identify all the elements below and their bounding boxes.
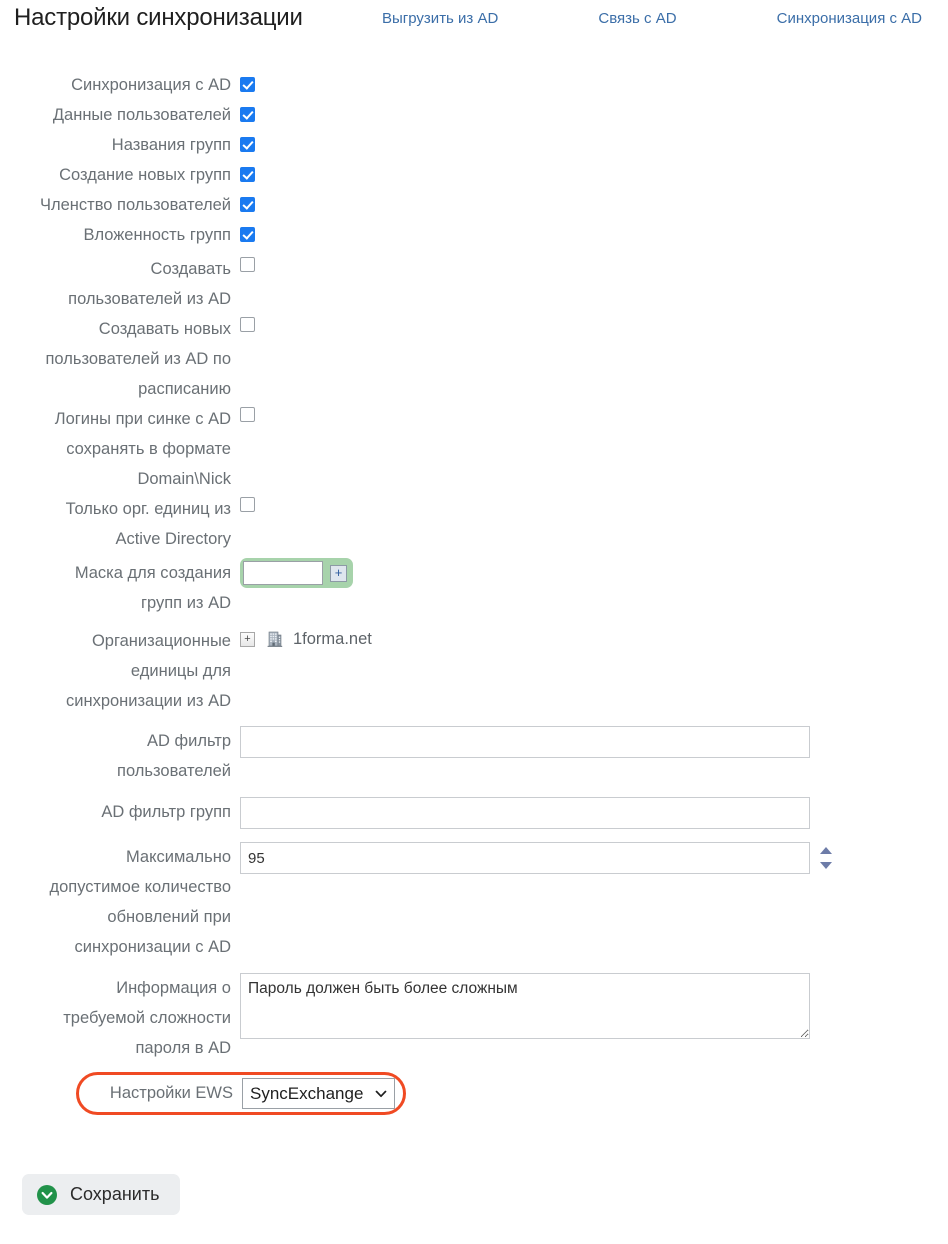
label-org-units: Организационные единицы для синхронизаци… — [65, 632, 231, 710]
checkbox-create-new-groups[interactable] — [240, 167, 255, 182]
org-unit-tree-node: + 1forma.net — [240, 626, 948, 652]
form-row-create-new-groups: Создание новых групп — [0, 164, 948, 194]
password-info-textarea[interactable]: Пароль должен быть более сложным — [240, 973, 810, 1039]
header-nav: Выгрузить из AD Связь с AD Синхронизация… — [382, 10, 922, 27]
building-icon — [266, 630, 284, 648]
org-unit-name[interactable]: 1forma.net — [293, 630, 372, 649]
form-row-create-users-from-ad: Создавать пользователей из AD — [0, 254, 948, 314]
form-row-ad-group-filter: AD фильтр групп — [0, 797, 948, 829]
expand-icon[interactable]: + — [240, 631, 255, 647]
form-row-user-membership: Членство пользователей — [0, 194, 948, 224]
checkbox-user-membership[interactable] — [240, 197, 255, 212]
label-user-membership: Членство пользователей — [39, 196, 231, 214]
label-group-names: Названия групп — [111, 136, 231, 154]
label-user-data: Данные пользователей — [52, 106, 231, 124]
label-create-users-scheduled: Создавать новых пользователей из AD по р… — [45, 320, 231, 398]
label-sync-with-ad: Синхронизация с AD — [71, 76, 231, 94]
ews-select-container: SyncExchange — [242, 1078, 395, 1109]
checkbox-create-users-from-ad[interactable] — [240, 257, 255, 272]
form-row-create-users-scheduled: Создавать новых пользователей из AD по р… — [0, 314, 948, 404]
ews-highlight-box: Настройки EWS SyncExchange — [76, 1072, 406, 1115]
stepper-up-icon[interactable] — [820, 847, 832, 854]
group-mask-container: + — [240, 558, 353, 588]
checkbox-login-format[interactable] — [240, 407, 255, 422]
nav-export-from-ad[interactable]: Выгрузить из AD — [382, 10, 498, 27]
label-password-info: Информация о требуемой сложности пароля … — [63, 979, 231, 1057]
nav-ad-sync[interactable]: Синхронизация с AD — [777, 10, 922, 27]
label-login-format: Логины при синке с AD сохранять в формат… — [54, 410, 231, 488]
form-row-user-data: Данные пользователей — [0, 104, 948, 134]
form-row-group-mask: Маска для создания групп из AD + — [0, 558, 948, 618]
chevron-down-circle-icon — [36, 1184, 58, 1206]
checkbox-only-ou-from-ad[interactable] — [240, 497, 255, 512]
label-create-new-groups: Создание новых групп — [59, 166, 231, 184]
ad-group-filter-input[interactable] — [240, 797, 810, 829]
form-row-login-format: Логины при синке с AD сохранять в формат… — [0, 404, 948, 494]
label-create-users-from-ad: Создавать пользователей из AD — [68, 260, 231, 308]
number-stepper — [818, 844, 834, 874]
form-row-sync-with-ad: Синхронизация с AD — [0, 74, 948, 104]
save-button-label: Сохранить — [70, 1184, 160, 1204]
label-group-nesting: Вложенность групп — [83, 226, 231, 244]
checkbox-user-data[interactable] — [240, 107, 255, 122]
form-row-ews-settings: Настройки EWS SyncExchange — [0, 1072, 948, 1115]
nav-ad-connection[interactable]: Связь с AD — [598, 10, 676, 27]
form-row-password-info: Информация о требуемой сложности пароля … — [0, 973, 948, 1063]
sync-settings-form: Синхронизация с AD Данные пользователей … — [0, 74, 948, 1115]
form-row-ad-user-filter: AD фильтр пользователей — [0, 726, 948, 786]
group-mask-input[interactable] — [243, 561, 323, 585]
form-row-group-names: Названия групп — [0, 134, 948, 164]
label-ad-group-filter: AD фильтр групп — [101, 803, 231, 821]
max-updates-input[interactable] — [240, 842, 810, 874]
label-ad-user-filter: AD фильтр пользователей — [117, 732, 231, 780]
checkbox-group-nesting[interactable] — [240, 227, 255, 242]
stepper-down-icon[interactable] — [820, 862, 832, 869]
max-updates-container — [240, 842, 832, 874]
form-row-only-ou-from-ad: Только орг. единиц из Active Directory — [0, 494, 948, 554]
add-mask-button[interactable]: + — [330, 564, 347, 582]
form-row-group-nesting: Вложенность групп — [0, 224, 948, 254]
label-only-ou-from-ad: Только орг. единиц из Active Directory — [65, 500, 231, 548]
label-max-updates: Максимально допустимое количество обновл… — [49, 848, 231, 956]
checkbox-create-users-scheduled[interactable] — [240, 317, 255, 332]
label-group-mask: Маска для создания групп из AD — [74, 564, 231, 612]
page-header: Настройки синхронизации Выгрузить из AD … — [0, 0, 948, 44]
ews-select[interactable]: SyncExchange — [242, 1078, 395, 1109]
checkbox-group-names[interactable] — [240, 137, 255, 152]
label-ews-settings: Настройки EWS — [109, 1084, 233, 1102]
form-row-max-updates: Максимально допустимое количество обновл… — [0, 842, 948, 962]
checkbox-sync-with-ad[interactable] — [240, 77, 255, 92]
page-title: Настройки синхронизации — [14, 4, 303, 31]
save-button[interactable]: Сохранить — [22, 1174, 181, 1215]
form-row-org-units: Организационные единицы для синхронизаци… — [0, 626, 948, 716]
ad-user-filter-input[interactable] — [240, 726, 810, 758]
